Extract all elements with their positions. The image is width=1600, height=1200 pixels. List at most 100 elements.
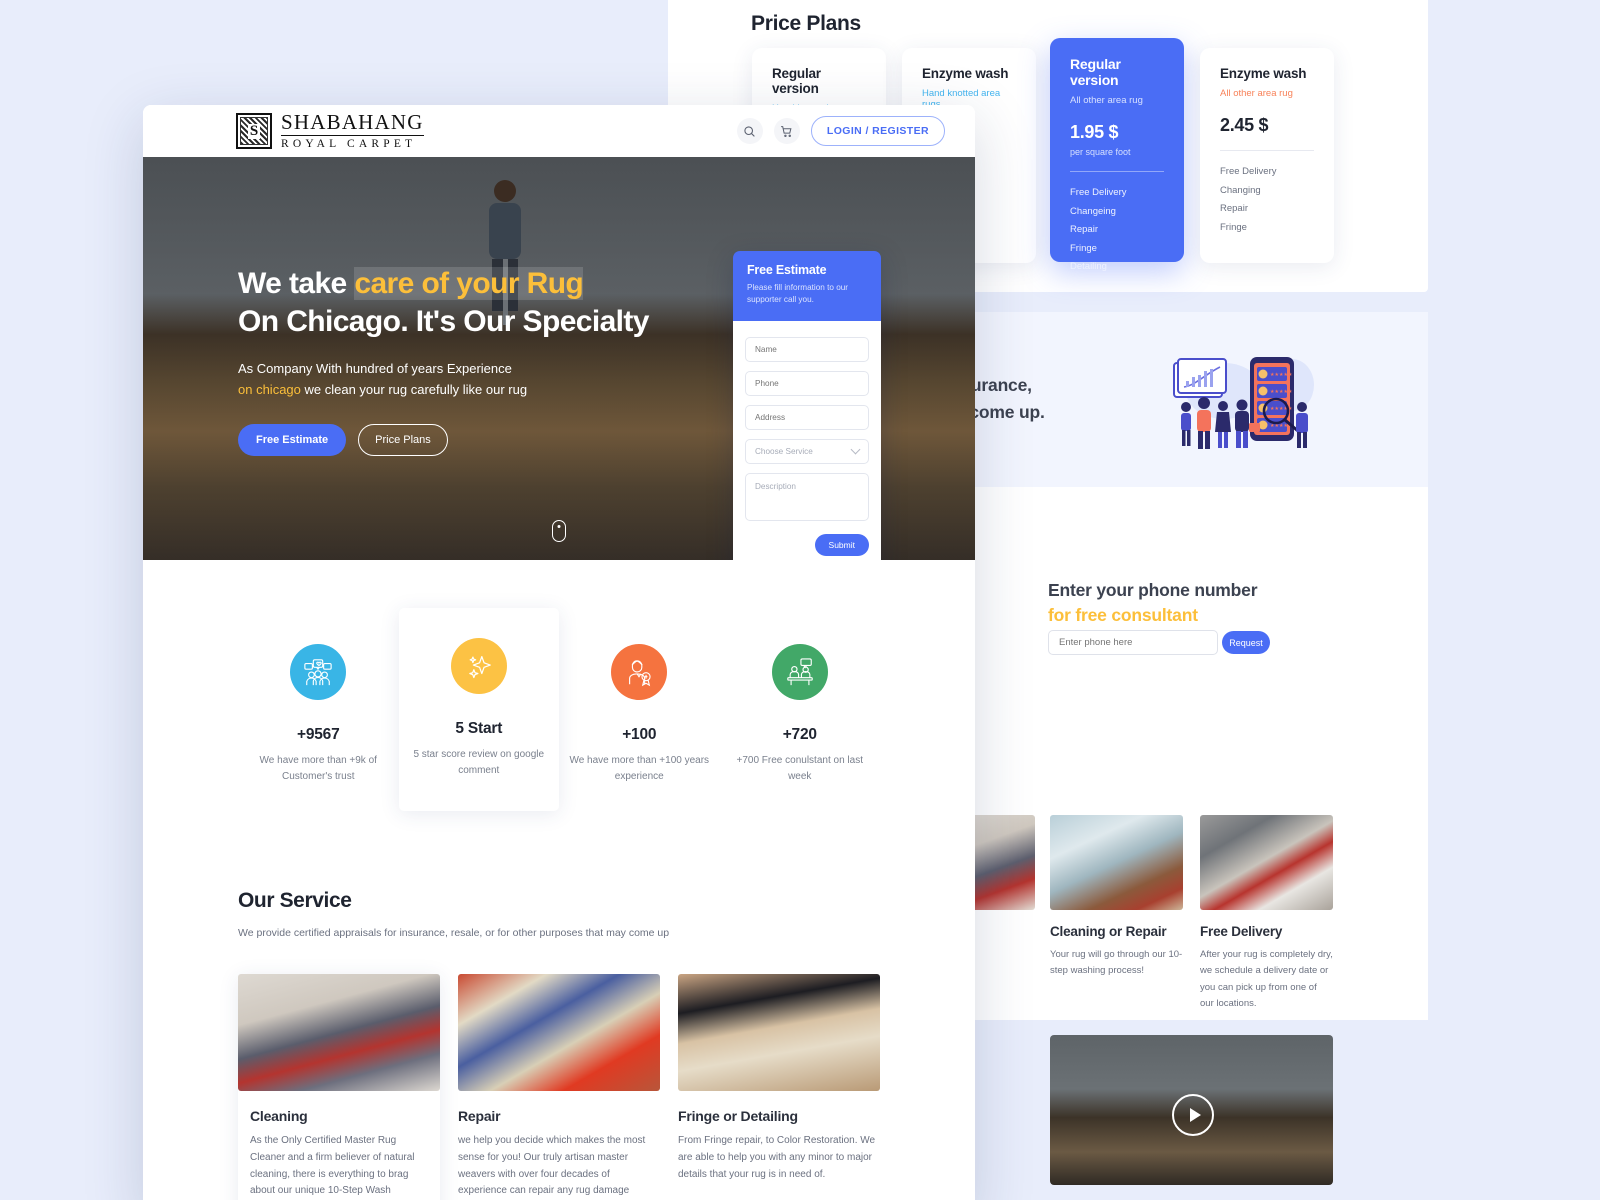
free-estimate-title: Free Estimate	[747, 263, 827, 277]
free-estimate-form: Free Estimate Please fill information to…	[733, 251, 881, 560]
service-card-title: Cleaning	[250, 1108, 308, 1125]
svg-text:★★★★★: ★★★★★	[1270, 389, 1293, 395]
divider	[1070, 171, 1164, 172]
rear-service-card[interactable]: Cleaning or Repair Your rug will go thro…	[1050, 815, 1183, 980]
delivery-workers-photo	[1200, 815, 1333, 910]
stat-number: +100	[622, 726, 657, 743]
stat-card[interactable]: +720 +700 Free conulstant on last week	[720, 622, 881, 811]
stat-description: 5 star score review on google comment	[413, 749, 545, 776]
rear-service-body: After your rug is completely dry, we sch…	[1200, 949, 1333, 1009]
rug-cleaning-worker-photo	[238, 974, 440, 1092]
search-icon[interactable]	[736, 118, 763, 144]
name-input[interactable]	[745, 336, 869, 362]
sparkle-stars-icon	[450, 638, 507, 694]
submit-button[interactable]: Submit	[814, 533, 869, 556]
our-service-section: Our Service We provide certified apprais…	[238, 889, 880, 1200]
free-estimate-body: Choose Service Description Submit	[733, 320, 881, 560]
service-card[interactable]: Cleaning As the Only Certified Master Ru…	[238, 974, 440, 1200]
consultant-heading-line2: for free consultant	[1048, 605, 1198, 626]
mouse-scroll-icon[interactable]	[552, 520, 566, 542]
rug-repair-hands-photo	[458, 974, 660, 1092]
price-plans-heading: Price Plans	[751, 12, 861, 35]
price-card-per: per square foot	[1070, 147, 1131, 157]
cart-icon[interactable]	[773, 118, 800, 144]
hero-title-highlight: care of your Rug	[354, 267, 584, 300]
hero-section: We take care of your Rug On Chicago. It'…	[143, 157, 975, 560]
feature-item: Detailing	[1070, 261, 1107, 273]
login-register-button[interactable]: LOGIN / REGISTER	[810, 116, 945, 146]
service-card-body: As the Only Certified Master Rug Cleaner…	[250, 1135, 415, 1197]
service-card-title: Repair	[458, 1108, 501, 1125]
logo-line1: SHABAHANG	[281, 109, 424, 136]
choose-service-value: Choose Service	[755, 446, 813, 456]
stat-card-featured[interactable]: 5 Start 5 star score review on google co…	[398, 608, 559, 811]
description-placeholder: Description	[755, 481, 796, 491]
service-cards-row: Cleaning As the Only Certified Master Ru…	[238, 974, 880, 1200]
free-estimate-button[interactable]: Free Estimate	[238, 423, 347, 456]
page-root: Price Plans Regular version Hand knotted…	[0, 0, 1600, 1200]
feature-item: Changing	[1220, 184, 1261, 196]
price-card-name: Enzyme wash	[1220, 66, 1307, 81]
stat-number: 5 Start	[455, 720, 503, 737]
hero-title-part1: We take	[238, 267, 355, 300]
description-textarea[interactable]: Description	[745, 472, 869, 521]
svg-text:★★★★★: ★★★★★	[1270, 372, 1293, 378]
feature-item: Fringe	[1220, 221, 1247, 233]
logo-letter: S	[247, 122, 261, 139]
front-page-window: S SHABAHANG ROYAL CARPET LOGIN / REGISTE…	[143, 105, 975, 1200]
price-card-features: Free Delivery Changing Repair Fringe	[1220, 163, 1314, 237]
hero-title: We take care of your Rug On Chicago. It'…	[238, 265, 708, 342]
hero-buttons: Free Estimate Price Plans	[238, 423, 708, 456]
rear-service-title: Free Delivery	[1200, 924, 1283, 939]
our-service-heading: Our Service	[238, 889, 352, 912]
chevron-down-icon	[850, 444, 861, 455]
feature-item: Fringe	[1070, 242, 1097, 254]
fringe-detailing-hands-photo	[678, 974, 880, 1092]
award-person-icon	[611, 644, 668, 700]
stat-description: We have more than +9k of Customer's trus…	[259, 755, 377, 782]
price-card-highlighted[interactable]: Regular version All other area rug 1.95 …	[1050, 38, 1184, 272]
consultation-desk-icon	[771, 644, 828, 700]
navbar-actions: LOGIN / REGISTER	[736, 116, 945, 146]
service-card-body: From Fringe repair, to Color Restoration…	[678, 1135, 876, 1180]
phone-input[interactable]	[1048, 630, 1218, 655]
our-service-description: We provide certified appraisals for insu…	[238, 927, 670, 939]
rug-washing-photo	[1050, 815, 1183, 910]
divider	[1220, 150, 1314, 151]
service-card-title: Fringe or Detailing	[678, 1108, 798, 1125]
stat-card[interactable]: +9567 We have more than +9k of Customer'…	[238, 622, 399, 811]
service-card[interactable]: Repair we help you decide which makes th…	[458, 974, 660, 1200]
request-button[interactable]: Request	[1222, 631, 1270, 654]
logo-emblem-icon: S	[236, 113, 272, 149]
price-card-name: Regular version	[772, 66, 821, 96]
stat-number: +9567	[296, 726, 340, 743]
price-card[interactable]: Enzyme wash All other area rug 2.45 $ Fr…	[1200, 48, 1334, 263]
hero-content: We take care of your Rug On Chicago. It'…	[238, 265, 708, 456]
price-card-name: Regular version	[1070, 56, 1121, 88]
rear-service-card[interactable]: Free Delivery After your rug is complete…	[1200, 815, 1333, 1013]
service-card[interactable]: Fringe or Detailing From Fringe repair, …	[678, 974, 880, 1200]
stat-description: +700 Free conulstant on last week	[736, 755, 863, 782]
logo-text: SHABAHANG ROYAL CARPET	[281, 109, 424, 151]
price-card-sub: All other area rug	[1070, 95, 1143, 106]
price-plans-button[interactable]: Price Plans	[358, 423, 448, 456]
free-estimate-subtitle: Please fill information to our supporter…	[747, 283, 849, 305]
feature-item: Free Delivery	[1070, 187, 1127, 198]
price-card-price: 1.95 $	[1070, 122, 1119, 142]
logo[interactable]: S SHABAHANG ROYAL CARPET	[236, 109, 424, 151]
hero-subtitle-rest: we clean your rug carefully like our rug	[300, 381, 528, 397]
address-input[interactable]	[745, 404, 869, 430]
svg-text:★★★★★: ★★★★★	[1270, 406, 1293, 412]
people-reviews-illustration: ★★★★★ ★★★★★ ★★★★★ ★★★★★	[1152, 345, 1332, 460]
phone-input[interactable]	[745, 370, 869, 396]
feature-item: Repair	[1220, 203, 1248, 215]
hero-title-line2: On Chicago. It's Our Specialty	[238, 305, 650, 339]
choose-service-select[interactable]: Choose Service	[745, 438, 869, 464]
rear-service-body: Your rug will go through our 10-step was…	[1050, 949, 1183, 977]
consultant-heading: Enter your phone number for free consult…	[1048, 578, 1258, 629]
rear-service-title: Cleaning or Repair	[1050, 924, 1167, 939]
service-card-body: we help you decide which makes the most …	[458, 1135, 646, 1197]
play-icon[interactable]	[1172, 1094, 1214, 1136]
price-card-price: 2.45 $	[1220, 115, 1269, 135]
stat-card[interactable]: +100 We have more than +100 years experi…	[559, 622, 720, 811]
